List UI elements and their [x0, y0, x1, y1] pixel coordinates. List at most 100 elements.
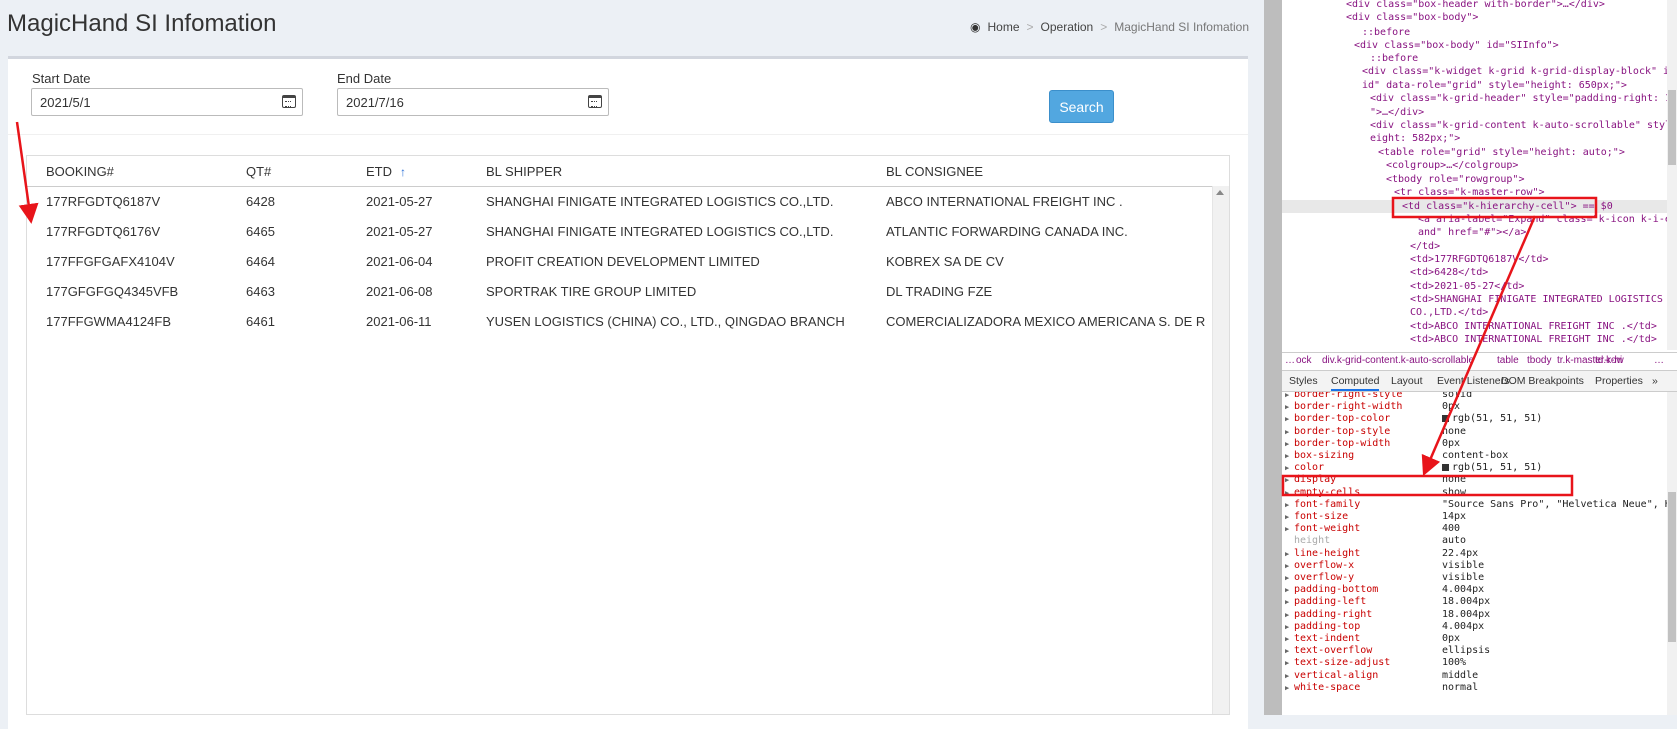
expand-triangle-icon[interactable]: ▶: [1285, 392, 1289, 401]
properties-scrollbar-thumb[interactable]: [1668, 492, 1676, 642]
devtools-crumb[interactable]: ock: [1296, 355, 1312, 366]
dom-node-line[interactable]: ::before: [1362, 26, 1410, 39]
scroll-up-arrow-icon[interactable]: [1216, 190, 1224, 195]
expand-triangle-icon[interactable]: ▶: [1285, 633, 1289, 645]
dom-node-line[interactable]: <td class="k-hierarchy-cell"> == $0: [1282, 200, 1667, 213]
dom-node-line[interactable]: <td>2021-05-27</td>: [1410, 280, 1524, 293]
computed-property-row[interactable]: ▶ font-family "Source Sans Pro", "Helvetic…: [1282, 499, 1677, 511]
computed-property-row[interactable]: ▶ padding-left 18.004px: [1282, 596, 1667, 608]
computed-property-row[interactable]: ▶ white-space normal: [1282, 682, 1667, 694]
devtools-crumb[interactable]: tbody: [1527, 355, 1551, 366]
devtools-crumb[interactable]: table: [1497, 355, 1519, 366]
column-header-bl-shipper[interactable]: BL SHIPPER: [486, 164, 562, 179]
devtools-tab[interactable]: Event Listeners: [1437, 375, 1509, 387]
table-row[interactable]: 177GFGFGQ4345VFB 6463 2021-06-08 SPORTRAK T…: [27, 277, 1212, 307]
computed-property-row[interactable]: ▶ padding-right 18.004px: [1282, 609, 1667, 621]
dom-node-line[interactable]: <colgroup>…</colgroup>: [1386, 159, 1518, 172]
search-button[interactable]: Search: [1049, 90, 1114, 123]
dom-node-line[interactable]: ">…</div>: [1370, 106, 1424, 119]
expand-triangle-icon[interactable]: ▶: [1285, 548, 1289, 560]
expand-triangle-icon[interactable]: ▶: [1285, 462, 1289, 474]
computed-property-row[interactable]: ▶ color rgb(51, 51, 51): [1282, 462, 1667, 474]
dom-node-line[interactable]: <table role="grid" style="height: auto;"…: [1378, 146, 1625, 159]
computed-property-row[interactable]: ▶ border-top-color rgb(51, 51, 51): [1282, 413, 1667, 425]
expand-triangle-icon[interactable]: ▶: [1285, 609, 1289, 621]
computed-property-row[interactable]: ▶ overflow-y visible: [1282, 572, 1667, 584]
dom-node-line[interactable]: CO.,LTD.</td>: [1410, 306, 1488, 319]
devtools-tab[interactable]: Properties: [1595, 375, 1643, 387]
table-row[interactable]: 177RFGDTQ6176V 6465 2021-05-27 SHANGHAI FIN…: [27, 217, 1212, 247]
computed-property-row[interactable]: height auto: [1282, 535, 1667, 547]
table-row[interactable]: 177FFGWMA4124FB 6461 2021-06-11 YUSEN LOGIS…: [27, 307, 1212, 337]
computed-property-row[interactable]: ▶ border-top-width 0px: [1282, 438, 1667, 450]
computed-property-row[interactable]: ▶ line-height 22.4px: [1282, 548, 1667, 560]
breadcrumb-operation[interactable]: Operation: [1041, 20, 1094, 34]
computed-property-row[interactable]: ▶ text-overflow ellipsis: [1282, 645, 1667, 657]
properties-scrollbar[interactable]: [1667, 392, 1677, 715]
column-header-bl-consignee[interactable]: BL CONSIGNEE: [886, 164, 983, 179]
computed-property-row[interactable]: ▶ border-right-width 0px: [1282, 401, 1667, 413]
dom-node-line[interactable]: <div class="k-widget k-grid k-grid-displ…: [1362, 65, 1677, 78]
dom-node-line[interactable]: </td>: [1410, 240, 1440, 253]
column-header-booking[interactable]: BOOKING#: [46, 164, 114, 179]
expand-triangle-icon[interactable]: ▶: [1285, 560, 1289, 572]
dom-node-line[interactable]: <div class="k-grid-content k-auto-scroll…: [1370, 119, 1677, 132]
color-swatch[interactable]: [1442, 463, 1449, 471]
dom-node-line[interactable]: id" data-role="grid" style="height: 650p…: [1362, 79, 1627, 92]
computed-property-row[interactable]: ▶ font-size 14px: [1282, 511, 1667, 523]
computed-property-row[interactable]: ▶ border-right-style solid: [1282, 392, 1667, 401]
computed-property-row[interactable]: ▶ font-weight 400: [1282, 523, 1667, 535]
expand-triangle-icon[interactable]: ▶: [1285, 523, 1289, 535]
expand-triangle-icon[interactable]: ▶: [1285, 487, 1289, 499]
devtools-tab[interactable]: Computed: [1331, 375, 1380, 391]
dom-node-line[interactable]: <div class="box-body">: [1346, 11, 1478, 24]
expand-triangle-icon[interactable]: ▶: [1285, 401, 1289, 413]
dom-tree-scrollbar-thumb[interactable]: [1668, 90, 1676, 165]
expand-triangle-icon[interactable]: ▶: [1285, 682, 1289, 694]
dom-node-line[interactable]: <td>6428</td>: [1410, 266, 1488, 279]
expand-triangle-icon[interactable]: ▶: [1285, 645, 1289, 657]
devtools-tab[interactable]: »: [1652, 375, 1658, 387]
computed-property-row[interactable]: ▶ vertical-align middle: [1282, 670, 1667, 682]
dom-node-line[interactable]: <td>ABCO INTERNATIONAL FREIGHT INC .</td…: [1410, 333, 1657, 346]
computed-property-row[interactable]: ▶ empty-cells show: [1282, 487, 1667, 499]
expand-triangle-icon[interactable]: ▶: [1285, 499, 1289, 511]
dom-node-line[interactable]: <div class="box-header with-border">…</d…: [1346, 0, 1605, 11]
dom-node-line[interactable]: <tbody role="rowgroup">: [1386, 173, 1524, 186]
column-header-qt[interactable]: QT#: [246, 164, 271, 179]
expand-triangle-icon[interactable]: ▶: [1285, 450, 1289, 462]
dom-node-line[interactable]: <tr class="k-master-row">: [1394, 186, 1545, 199]
color-swatch[interactable]: [1442, 414, 1449, 422]
devtools-tab[interactable]: Layout: [1391, 375, 1423, 387]
table-row[interactable]: 177FFGFGAFX4104V 6464 2021-06-04 PROFIT CRE…: [27, 247, 1212, 277]
expand-triangle-icon[interactable]: ▶: [1285, 511, 1289, 523]
dom-node-line[interactable]: <div class="k-grid-header" style="paddin…: [1370, 92, 1677, 105]
dom-node-line[interactable]: and" href="#"></a>: [1418, 226, 1526, 239]
start-date-input[interactable]: 2021/5/1: [31, 88, 303, 116]
expand-triangle-icon[interactable]: ▶: [1285, 572, 1289, 584]
end-date-input[interactable]: 2021/7/16: [337, 88, 609, 116]
devtools-crumb[interactable]: …: [1654, 355, 1664, 366]
expand-triangle-icon[interactable]: ▶: [1285, 670, 1289, 682]
column-header-etd[interactable]: ETD ↑: [366, 164, 406, 179]
calendar-icon[interactable]: [588, 95, 602, 108]
dom-node-line[interactable]: <div class="box-body" id="SIInfo">: [1354, 39, 1559, 52]
expand-triangle-icon[interactable]: ▶: [1285, 474, 1289, 486]
computed-property-row[interactable]: ▶ display none: [1282, 474, 1667, 486]
devtools-tab[interactable]: Styles: [1289, 375, 1318, 387]
dom-node-line[interactable]: eight: 582px;">: [1370, 132, 1460, 145]
devtools-tab[interactable]: DOM Breakpoints: [1501, 375, 1584, 387]
computed-property-row[interactable]: ▶ text-size-adjust 100%: [1282, 657, 1667, 669]
page-scrollbar[interactable]: [1264, 0, 1282, 715]
computed-property-row[interactable]: ▶ padding-top 4.004px: [1282, 621, 1667, 633]
expand-triangle-icon[interactable]: ▶: [1285, 621, 1289, 633]
computed-property-row[interactable]: ▶ border-top-style none: [1282, 426, 1667, 438]
devtools-crumb[interactable]: td.k-hi: [1595, 355, 1622, 366]
expand-triangle-icon[interactable]: ▶: [1285, 584, 1289, 596]
expand-triangle-icon[interactable]: ▶: [1285, 426, 1289, 438]
dom-node-line[interactable]: ::before: [1370, 52, 1418, 65]
computed-property-row[interactable]: ▶ padding-bottom 4.004px: [1282, 584, 1667, 596]
expand-triangle-icon[interactable]: ▶: [1285, 413, 1289, 425]
dom-node-line[interactable]: <td>ABCO INTERNATIONAL FREIGHT INC .</td…: [1410, 320, 1657, 333]
devtools-crumb[interactable]: div.k-grid-content.k-auto-scrollable: [1322, 355, 1474, 366]
